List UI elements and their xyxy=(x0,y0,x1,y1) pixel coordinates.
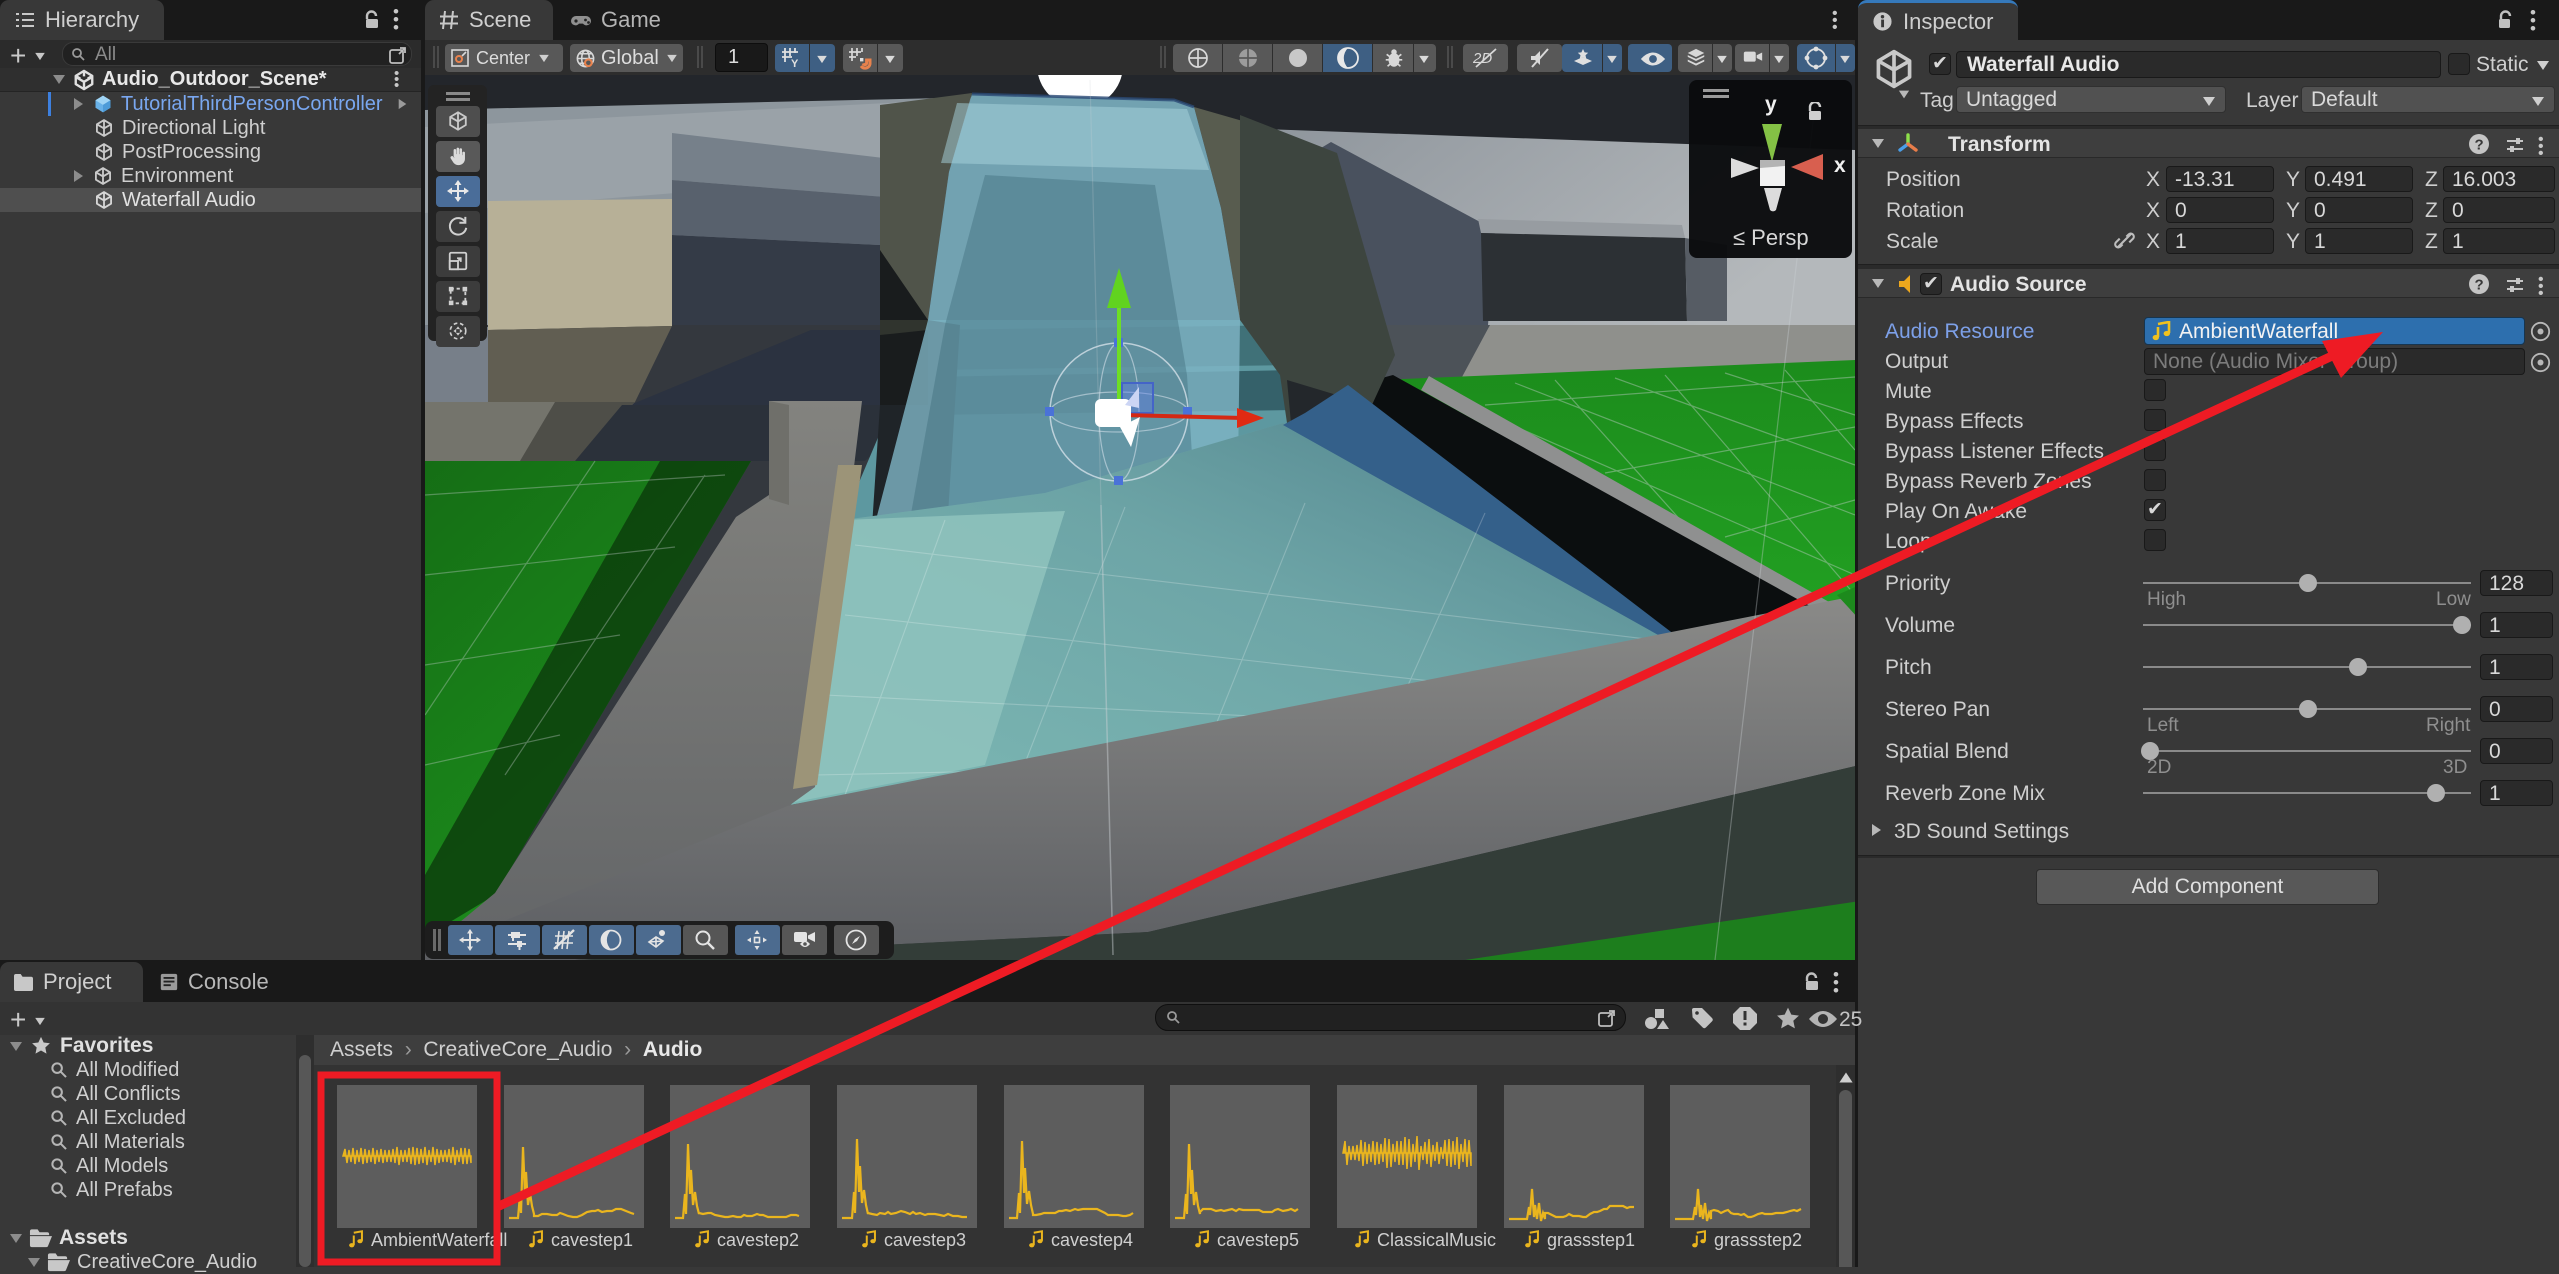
svg-text:?: ? xyxy=(2475,137,2484,154)
svg-text:2D: 2D xyxy=(1473,50,1492,67)
svg-text:?: ? xyxy=(2475,277,2484,294)
svg-text:Y: Y xyxy=(791,58,799,70)
